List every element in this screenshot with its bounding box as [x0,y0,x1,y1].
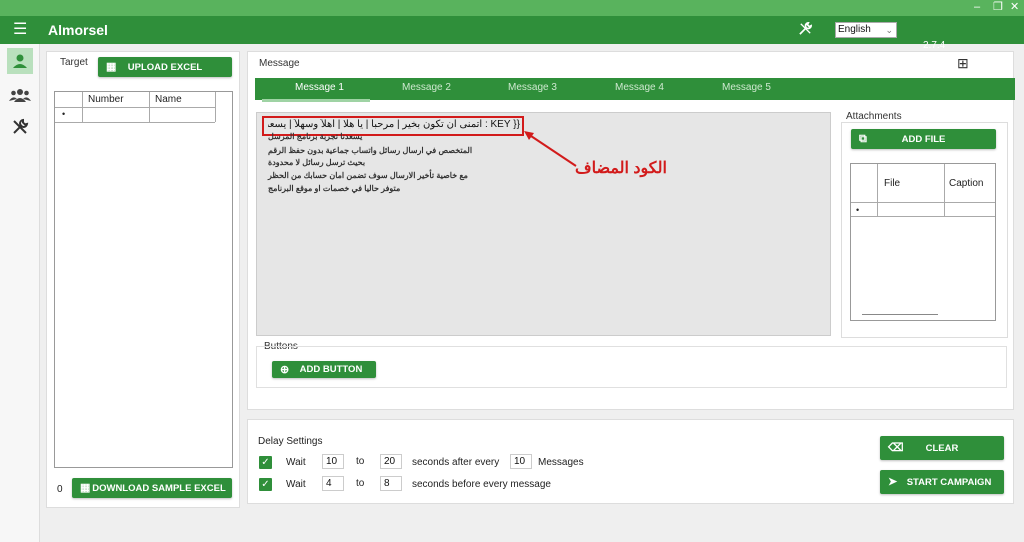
excel-icon: ▦ [106,61,117,73]
delay-before-from-input[interactable]: 4 [322,476,344,491]
add-file-label: ADD FILE [901,133,946,145]
side-nav [0,44,40,542]
tab-message-2[interactable]: Message 2 [402,82,451,93]
message-line: بحيث ترسل رسائل لا محدودة [268,158,366,167]
wrench-icon [799,22,812,35]
download-sample-excel-button[interactable]: ▦ DOWNLOAD SAMPLE EXCEL [72,478,232,498]
tab-message-3[interactable]: Message 3 [508,82,557,93]
language-select[interactable]: English ⌄ [835,22,897,38]
delay-before-checkbox[interactable]: ✓ [259,478,272,491]
tools-icon [13,118,29,134]
active-tab-indicator [262,99,370,102]
grid-row-line [851,216,995,217]
delay-after-to-input[interactable]: 20 [380,454,402,469]
app-title: Almorsel [48,22,108,38]
tab-message-5[interactable]: Message 5 [722,82,771,93]
close-button[interactable]: ✕ [1010,1,1019,14]
grid-col-line [215,92,216,122]
delay-settings-label: Delay Settings [258,436,323,447]
wait-label: Wait [286,479,306,490]
clear-button[interactable]: ⌫ CLEAR [880,436,1004,460]
version-label: 2.7.4 [923,40,946,51]
key-text: {{ KEY : أتمنى ان تكون بخير | مرحباً | ي… [268,119,520,130]
send-icon: ➤ [888,476,898,488]
upload-excel-label: UPLOAD EXCEL [127,61,203,73]
delay-after-checkbox[interactable]: ✓ [259,456,272,469]
restore-button[interactable]: ❐ [993,1,1003,14]
group-icon [9,89,31,102]
add-button-button[interactable]: ⊕ ADD BUTTON [272,361,376,378]
tab-message-4[interactable]: Message 4 [615,82,664,93]
grid-col-line [149,92,150,122]
chevron-down-icon: ⌄ [885,25,893,35]
external-link-icon: ⧉ [859,133,867,145]
download-sample-label: DOWNLOAD SAMPLE EXCEL [92,482,226,494]
language-value: English [838,24,871,35]
grid-col-line [877,164,878,217]
target-grid[interactable] [54,91,233,468]
attachments-label: Attachments [846,111,902,122]
grid-col-line [944,164,945,217]
to-label: to [356,478,365,489]
clear-label: CLEAR [925,442,959,454]
nav-groups[interactable] [7,82,33,108]
tab-message-1[interactable]: Message 1 [295,82,344,93]
horizontal-scrollbar[interactable] [862,314,938,315]
delay-before-to-input[interactable]: 8 [380,476,402,491]
minimize-button[interactable]: – [974,1,980,14]
settings-tools-icon[interactable] [798,21,813,40]
window-titlebar [0,0,1024,16]
nav-contacts[interactable] [7,48,33,74]
add-message-icon[interactable]: ⊞ [957,55,969,72]
add-button-label: ADD BUTTON [299,364,363,375]
message-line: يسعدنا تجربة برنامج المرسل [268,132,363,141]
column-caption: Caption [949,178,984,189]
new-row-marker: • [62,109,66,119]
messages-count-input[interactable]: 10 [510,454,532,469]
eraser-icon: ⌫ [888,442,904,454]
message-line: متوفر حاليا في خصمات او موقع البرنامج [268,184,401,193]
start-campaign-label: START CAMPAIGN [906,476,992,488]
to-label: to [356,456,365,467]
grid-header-line [851,202,995,203]
seconds-before-label: seconds before every message [412,479,551,490]
column-file: File [884,178,901,189]
grid-col-line [82,92,83,122]
menu-icon[interactable]: ☰ [13,22,27,38]
plus-circle-icon: ⊕ [280,363,290,376]
delay-after-from-input[interactable]: 10 [322,454,344,469]
messages-label: Messages [538,457,584,468]
add-file-button[interactable]: ⧉ ADD FILE [851,129,996,149]
target-count: 0 [57,484,63,495]
grid-header-line [55,107,215,108]
wait-label: Wait [286,457,306,468]
excel-icon: ▦ [80,482,91,494]
annotation-label: الكود المضاف [575,160,667,177]
message-tabs: Message 1 Message 2 Message 3 Message 4 … [255,78,1015,100]
start-campaign-button[interactable]: ➤ START CAMPAIGN [880,470,1004,494]
column-name: Name [155,94,182,105]
upload-excel-button[interactable]: ▦ UPLOAD EXCEL [98,57,232,77]
annotation-arrow [524,131,577,167]
grid-row-line [55,122,215,123]
new-row-marker: • [856,205,860,215]
column-number: Number [88,94,124,105]
nav-tools[interactable] [7,114,33,140]
message-line: مع خاصية تأخير الارسال سوف تضمن امان حسا… [268,171,468,180]
message-line: المتخصص في ارسال رسائل واتساب جماعية بدو… [268,146,473,155]
user-icon [13,54,27,68]
target-label: Target [60,57,88,68]
message-label: Message [259,58,300,69]
seconds-after-label: seconds after every [412,457,500,468]
